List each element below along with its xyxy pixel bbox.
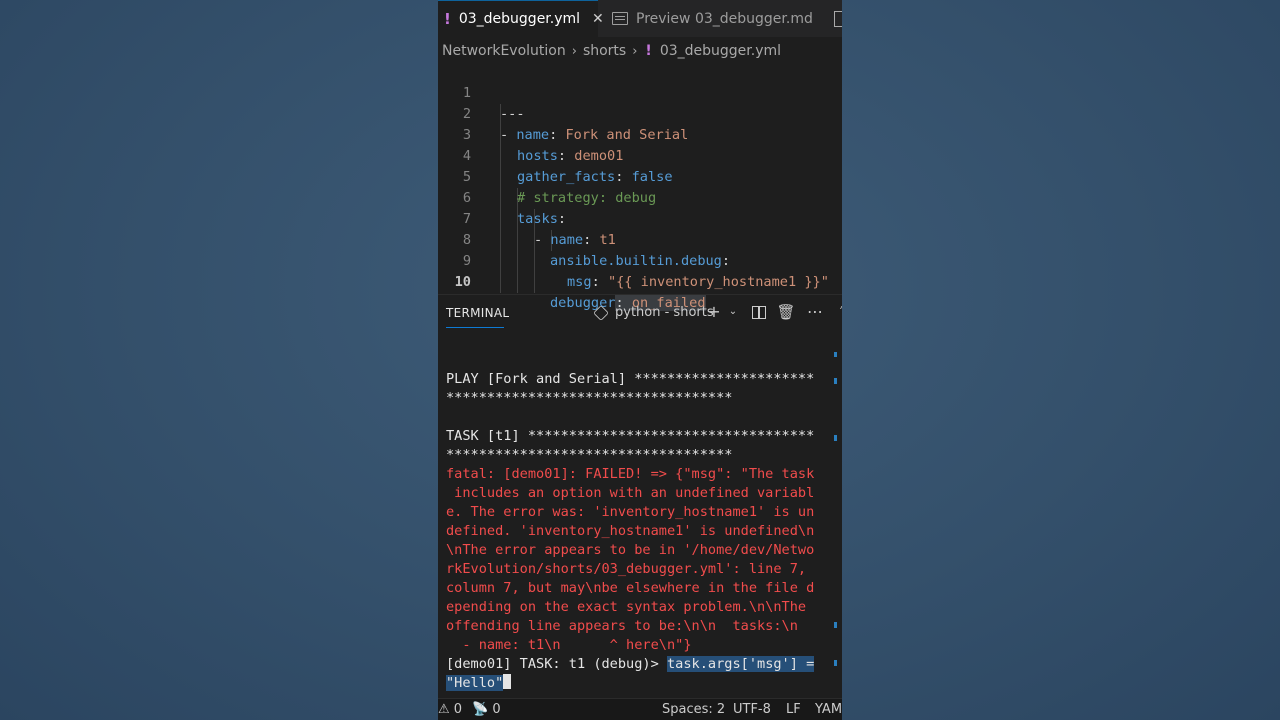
code-line: 2 - name: Fork and Serial [438,83,842,143]
ports-count: 0 [492,702,501,717]
warning-count: 0 [453,702,463,717]
terminal-cursor [503,674,512,689]
terminal-line: *********************************** [446,390,733,406]
preview-icon [612,12,628,25]
code-line: 9 msg: "{{ inventory_hostname1 }}" [438,230,842,290]
split-terminal-icon[interactable] [749,302,769,324]
terminal-prompt-line: "Hello" [446,674,826,693]
line-number: 10 [454,274,471,290]
encoding-status[interactable]: UTF-8 [733,702,771,717]
scrollbar-marker [834,378,837,384]
breadcrumb-item[interactable]: NetworkEvolution [442,43,566,59]
scrollbar-marker [834,435,837,441]
status-bar: ⚠ 0 📡 0 Spaces: 2 UTF-8 LF YAM [438,698,842,720]
code-line: 6 tasks: [438,167,842,227]
code-key: msg [567,274,592,290]
terminal-line: *********************************** [446,447,733,463]
yaml-file-icon: ! [444,10,451,28]
scrollbar-marker [834,622,837,628]
tab-preview-md[interactable]: Preview 03_debugger.md [598,0,826,37]
terminal-command: "Hello" [446,675,504,691]
tab-label: Preview 03_debugger.md [636,10,813,27]
trash-icon[interactable]: 🗑 [776,302,796,322]
terminal-header: TERMINAL python - shorts + ⌄ 🗑 ⋯ ˄ [438,296,842,332]
vscode-window: ! 03_debugger.yml ✕ Preview 03_debugger.… [438,0,842,720]
breadcrumb-item[interactable]: shorts [583,43,626,59]
tab-03-debugger-yml[interactable]: ! 03_debugger.yml ✕ [438,0,604,37]
broadcast-icon: 📡 [472,702,489,717]
breadcrumb: NetworkEvolution › shorts › ! 03_debugge… [442,41,781,61]
code-line-current: 10 debugger: on_failed [438,251,842,311]
code-line: 4 gather_facts: false [438,125,842,185]
ports-status[interactable]: 📡 0 [472,702,501,717]
terminal-command: task.args['msg'] = [666,656,815,672]
scrollbar-marker [834,352,837,357]
terminal-error-line: epending on the exact syntax problem.\n\… [446,599,807,615]
terminal-output[interactable]: PLAY [Fork and Serial] *****************… [446,370,826,693]
terminal-profile-icon [593,304,609,321]
chevron-down-icon[interactable]: ⌄ [723,302,743,322]
terminal-error-line: rkEvolution/shorts/03_debugger.yml': lin… [446,561,807,577]
tab-label: 03_debugger.yml [458,11,581,27]
breadcrumb-item[interactable]: 03_debugger.yml [660,43,781,59]
code-line: 3 hosts: demo01 [438,104,842,164]
split-editor-icon[interactable] [834,11,842,27]
panel-divider[interactable] [438,294,842,295]
terminal-error-line: e. The error was: 'inventory_hostname1' … [446,504,815,520]
more-actions-icon[interactable]: ⋯ [805,302,825,322]
active-tab-indicator [446,327,504,328]
warning-icon: ⚠ [438,702,450,717]
chevron-right-icon: › [632,43,638,59]
code-editor[interactable]: 1 --- 2 - name: Fork and Serial 3 hosts:… [438,62,842,311]
problems-status[interactable]: ⚠ 0 [438,702,462,717]
terminal-error-line: offending line appears to be:\n\n tasks:… [446,618,798,634]
add-terminal-icon[interactable]: + [704,302,724,322]
terminal-error-line: - name: t1\n ^ here\n"} [446,637,692,653]
language-mode[interactable]: YAM [815,702,842,717]
scrollbar-marker [834,660,837,666]
code-text: : [591,274,608,290]
tab-bar: ! 03_debugger.yml ✕ Preview 03_debugger.… [438,0,842,37]
indentation-status[interactable]: Spaces: 2 [662,702,725,717]
terminal-error-line: \nThe error appears to be in '/home/dev/… [446,542,815,558]
terminal-error-line: column 7, but may\nbe elsewhere in the f… [446,580,815,596]
terminal-error-line: includes an option with an undefined var… [446,485,815,501]
eol-status[interactable]: LF [786,702,801,717]
chevron-up-icon[interactable]: ˄ [832,302,842,322]
terminal-profile[interactable]: python - shorts [593,304,714,321]
terminal-prompt-line: [demo01] TASK: t1 (debug)> task.args['ms… [446,655,826,674]
terminal-line: TASK [t1] ******************************… [446,428,815,444]
terminal-error-line: defined. 'inventory_hostname1' is undefi… [446,523,815,539]
terminal-profile-label: python - shorts [615,305,714,320]
tab-terminal[interactable]: TERMINAL [446,306,509,320]
terminal-line: PLAY [Fork and Serial] *****************… [446,371,815,387]
code-line: 7 - name: t1 [438,188,842,248]
debugger-prompt: [demo01] TASK: t1 (debug)> [446,656,667,672]
chevron-right-icon: › [571,43,577,59]
code-line: 5 # strategy: debug [438,146,842,206]
terminal-error-line: fatal: [demo01]: FAILED! => {"msg": "The… [446,466,815,482]
code-value: "{{ inventory_hostname1 }}" [607,274,829,290]
code-line: 1 --- [438,62,842,122]
yaml-file-icon: ! [645,43,652,59]
code-line: 8 ansible.builtin.debug: [438,209,842,269]
